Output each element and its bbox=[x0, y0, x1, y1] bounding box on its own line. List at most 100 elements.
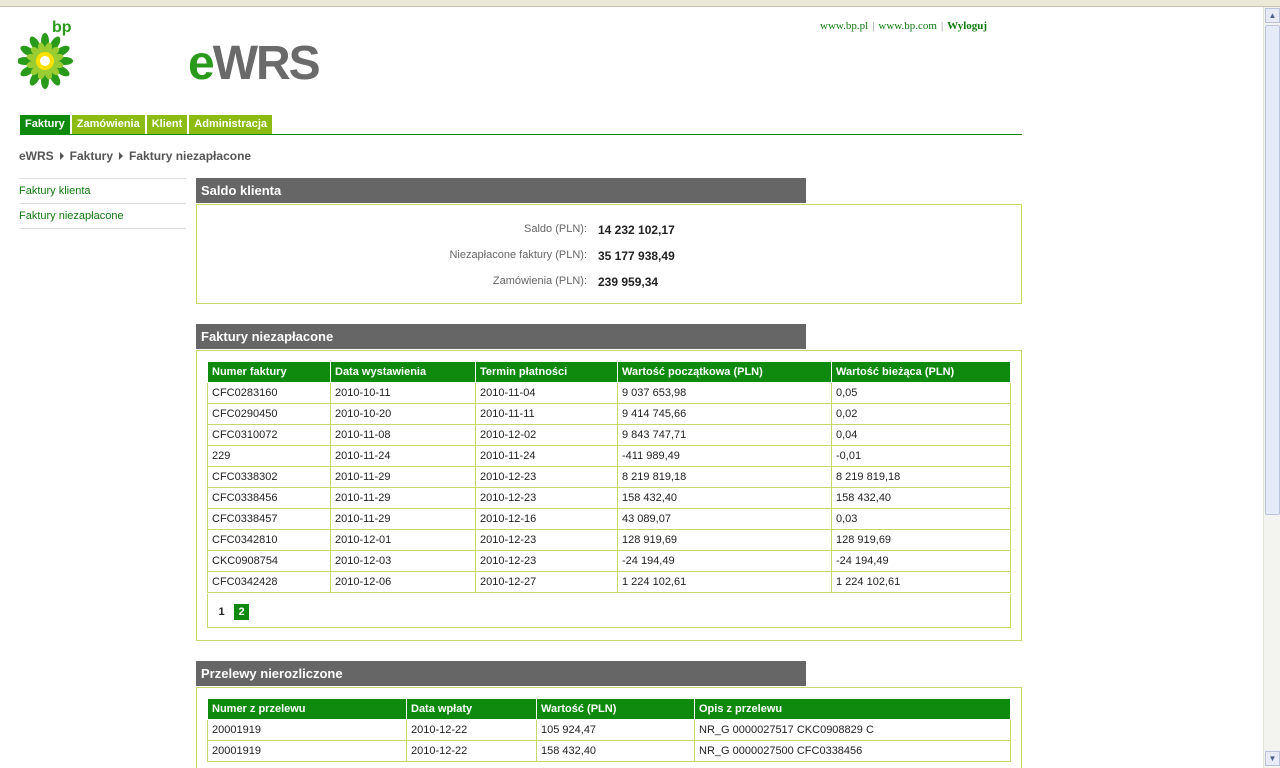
table-header-row: Numer faktury Data wystawienia Termin pł… bbox=[207, 361, 1011, 383]
table-cell: 2010-12-22 bbox=[406, 740, 537, 762]
column-header[interactable]: Numer faktury bbox=[207, 361, 331, 383]
tab-faktury[interactable]: Faktury bbox=[20, 115, 70, 134]
scrollbar-thumb[interactable] bbox=[1265, 25, 1280, 515]
table-cell: 9 843 747,71 bbox=[617, 424, 832, 446]
saldo-label: Saldo (PLN): bbox=[524, 223, 587, 235]
table-cell: 2010-10-11 bbox=[330, 382, 476, 404]
link-bp-com[interactable]: www.bp.com bbox=[878, 20, 937, 32]
separator: | bbox=[872, 20, 875, 32]
table-row: CFC0283160 2010-10-11 2010-11-04 9 037 653,… bbox=[207, 382, 1011, 404]
saldo-box: Saldo (PLN): 14 232 102,17 Niezapłacone … bbox=[196, 204, 1022, 304]
table-cell: -0,01 bbox=[831, 445, 1011, 467]
table-row: 20001919 2010-12-22 158 432,40 NR_G 0000027… bbox=[207, 740, 1011, 762]
nav-divider bbox=[20, 134, 1022, 135]
column-header[interactable]: Data wystawienia bbox=[330, 361, 476, 383]
invoices-box: Numer faktury Data wystawienia Termin pł… bbox=[196, 350, 1022, 641]
table-row: CFC0290450 2010-10-20 2010-11-11 9 414 745,… bbox=[207, 403, 1011, 425]
link-bp-pl[interactable]: www.bp.pl bbox=[820, 20, 868, 32]
table-cell: CFC0342810 bbox=[207, 529, 331, 551]
table-cell: CFC0290450 bbox=[207, 403, 331, 425]
table-cell: 2010-11-04 bbox=[475, 382, 618, 404]
table-cell: CFC0338457 bbox=[207, 508, 331, 530]
table-cell: 0,02 bbox=[831, 403, 1011, 425]
saldo-value: 239 959,34 bbox=[598, 275, 659, 289]
table-row: CKC0908754 2010-12-03 2010-12-23 -24 194,49… bbox=[207, 550, 1011, 572]
table-cell: 1 224 102,61 bbox=[831, 571, 1011, 593]
table-row: CFC0342428 2010-12-06 2010-12-27 1 224 102,… bbox=[207, 571, 1011, 593]
saldo-label: Niezapłacone faktury (PLN): bbox=[449, 249, 587, 261]
table-cell: NR_G 0000027517 CKC0908829 C bbox=[694, 719, 1011, 741]
table-row: CFC0310072 2010-11-08 2010-12-02 9 843 747,… bbox=[207, 424, 1011, 446]
logout-link[interactable]: Wyloguj bbox=[947, 20, 987, 32]
table-cell: 2010-12-27 bbox=[475, 571, 618, 593]
table-cell: 2010-11-24 bbox=[475, 445, 618, 467]
table-cell: 1 224 102,61 bbox=[617, 571, 832, 593]
column-header[interactable]: Wartość bieżąca (PLN) bbox=[831, 361, 1011, 383]
app-title: eWRS bbox=[188, 37, 321, 91]
tab-zamowienia[interactable]: Zamówienia bbox=[71, 115, 145, 134]
table-cell: 2010-12-02 bbox=[475, 424, 618, 446]
table-row: 20001919 2010-12-22 105 924,47 NR_G 0000027… bbox=[207, 719, 1011, 741]
transfers-table-body: 20001919 2010-12-22 105 924,47 NR_G 0000027… bbox=[207, 719, 1011, 762]
column-header[interactable]: Termin płatności bbox=[475, 361, 618, 383]
breadcrumb-item[interactable]: eWRS bbox=[19, 149, 54, 163]
breadcrumb-item[interactable]: Faktury bbox=[70, 149, 113, 163]
table-cell: 229 bbox=[207, 445, 331, 467]
scroll-up-icon[interactable]: ▲ bbox=[1265, 8, 1280, 23]
table-cell: 105 924,47 bbox=[536, 719, 695, 741]
table-row: CFC0338302 2010-11-29 2010-12-23 8 219 819,… bbox=[207, 466, 1011, 488]
table-cell: 2010-11-29 bbox=[330, 508, 476, 530]
table-cell: 0,04 bbox=[831, 424, 1011, 446]
saldo-label: Zamówienia (PLN): bbox=[492, 275, 587, 287]
table-cell: 158 432,40 bbox=[831, 487, 1011, 509]
page-link-2[interactable]: 2 bbox=[234, 604, 249, 620]
column-header[interactable]: Wartość początkowa (PLN) bbox=[617, 361, 832, 383]
table-cell: 128 919,69 bbox=[617, 529, 832, 551]
table-cell: CFC0338456 bbox=[207, 487, 331, 509]
app-title-e: e bbox=[188, 37, 215, 90]
page: bp eWRS www.bp.pl | www.bp.com | Wyloguj Fak… bbox=[0, 7, 1263, 768]
table-cell: 2010-12-23 bbox=[475, 529, 618, 551]
table-cell: 2010-12-23 bbox=[475, 487, 618, 509]
sidebar-item-faktury-klienta[interactable]: Faktury klienta bbox=[19, 179, 186, 204]
table-cell: -24 194,49 bbox=[831, 550, 1011, 572]
breadcrumb-arrow-icon bbox=[59, 152, 64, 160]
table-cell: 0,05 bbox=[831, 382, 1011, 404]
column-header[interactable]: Data wpłaty bbox=[406, 698, 537, 720]
table-cell: 2010-12-01 bbox=[330, 529, 476, 551]
breadcrumb: eWRS Faktury Faktury niezapłacone bbox=[19, 149, 251, 163]
bp-logo: bp bbox=[17, 19, 76, 93]
tab-klient[interactable]: Klient bbox=[146, 115, 188, 134]
table-cell: CFC0310072 bbox=[207, 424, 331, 446]
separator: | bbox=[940, 20, 944, 32]
tab-administracja[interactable]: Administracja bbox=[189, 115, 273, 134]
column-header[interactable]: Wartość (PLN) bbox=[536, 698, 695, 720]
column-header[interactable]: Numer z przelewu bbox=[207, 698, 407, 720]
table-cell: 2010-12-16 bbox=[475, 508, 618, 530]
table-cell: -24 194,49 bbox=[617, 550, 832, 572]
table-row: 229 2010-11-24 2010-11-24 -411 989,49 -0,01 bbox=[207, 445, 1011, 467]
table-cell: 2010-12-23 bbox=[475, 466, 618, 488]
vertical-scrollbar[interactable]: ▲ ▼ bbox=[1263, 7, 1280, 768]
table-row: CFC0342810 2010-12-01 2010-12-23 128 919,69… bbox=[207, 529, 1011, 551]
table-cell: 2010-11-11 bbox=[475, 403, 618, 425]
table-row: CFC0338457 2010-11-29 2010-12-16 43 089,07 0… bbox=[207, 508, 1011, 530]
app-title-rest: WRS bbox=[212, 37, 321, 90]
table-cell: 9 414 745,66 bbox=[617, 403, 832, 425]
table-cell: CFC0283160 bbox=[207, 382, 331, 404]
breadcrumb-item-current: Faktury niezapłacone bbox=[129, 149, 252, 163]
table-cell: 8 219 819,18 bbox=[617, 466, 832, 488]
table-cell: 2010-10-20 bbox=[330, 403, 476, 425]
table-cell: 2010-11-24 bbox=[330, 445, 476, 467]
main-nav: Faktury Zamówienia Klient Administracja bbox=[20, 115, 274, 134]
sidebar-item-faktury-niezaplacone[interactable]: Faktury niezapłacone bbox=[19, 204, 186, 229]
table-cell: 2010-12-03 bbox=[330, 550, 476, 572]
table-cell: 158 432,40 bbox=[617, 487, 832, 509]
table-cell: NR_G 0000027500 CFC0338456 bbox=[694, 740, 1011, 762]
breadcrumb-arrow-icon bbox=[119, 152, 124, 160]
table-cell: 20001919 bbox=[207, 719, 407, 741]
saldo-value: 35 177 938,49 bbox=[598, 249, 675, 263]
browser-frame-top bbox=[0, 0, 1280, 7]
scroll-down-icon[interactable]: ▼ bbox=[1265, 751, 1280, 766]
column-header[interactable]: Opis z przelewu bbox=[694, 698, 1011, 720]
